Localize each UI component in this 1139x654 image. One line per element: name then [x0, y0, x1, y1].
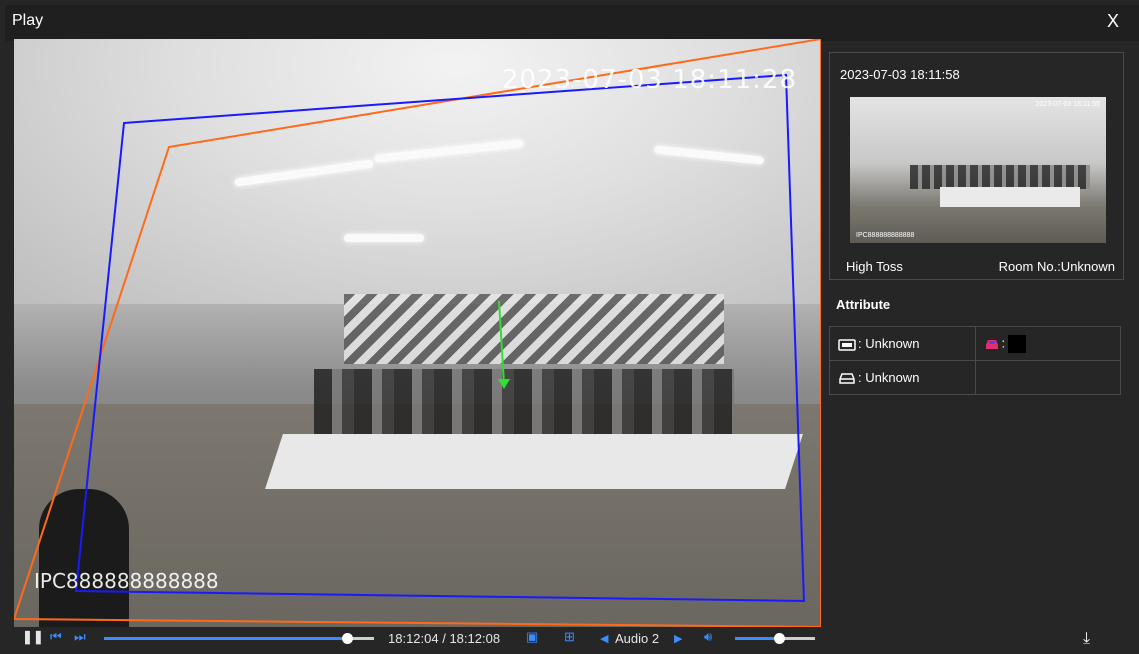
car-icon: [839, 373, 855, 385]
dialog-title: Play: [12, 12, 44, 29]
playback-controls: ❚❚ ⏮ ⏭ 18:12:04 / 18:12:08 ▣ ⊞ ◀ Audio 2…: [14, 627, 821, 649]
snapshot-camera-name: IPC888888888888: [856, 232, 915, 239]
audio-channel-label: Audio 2: [615, 631, 660, 646]
event-room: Room No.:Unknown: [998, 259, 1115, 274]
detection-region-blue: [74, 73, 806, 603]
progress-handle[interactable]: [342, 633, 353, 644]
volume-icon[interactable]: 🔊︎: [704, 629, 712, 645]
event-card: 2023-07-03 18:11:58 2023-07-03 18:11:55 …: [829, 52, 1124, 280]
color-swatch: [1008, 334, 1027, 353]
title-bar: Play X: [5, 5, 1139, 41]
track-arrow: [498, 379, 510, 389]
volume-slider[interactable]: [735, 633, 815, 644]
attribute-title: Attribute: [836, 297, 891, 312]
attribute-vehicle-cell: : Unknown: [829, 360, 976, 395]
detection-overlay: [14, 39, 821, 627]
attribute-plate-cell: : Unknown: [829, 326, 976, 361]
snapshot-scene-desk: [940, 187, 1080, 207]
rule-overlay-icon[interactable]: ▣: [526, 629, 538, 645]
attribute-empty-cell: [974, 360, 1121, 395]
event-snapshot[interactable]: 2023-07-03 18:11:55 IPC888888888888: [850, 97, 1106, 243]
plate-value: : Unknown: [858, 336, 920, 351]
attribute-row: : Unknown: [829, 360, 1121, 395]
color-label: :: [1001, 334, 1006, 350]
video-camera-name: IPC888888888888: [34, 569, 219, 593]
next-frame-icon[interactable]: ⏭: [74, 629, 86, 645]
video-player[interactable]: 2023-07-03 18:11:28 IPC888888888888: [14, 39, 821, 627]
close-button[interactable]: X: [1107, 11, 1119, 32]
car-color-icon: [985, 339, 998, 349]
volume-handle[interactable]: [774, 633, 785, 644]
license-plate-icon: [838, 338, 856, 351]
prev-frame-icon[interactable]: ⏮: [50, 629, 62, 645]
event-type: High Toss: [846, 259, 903, 274]
snapshot-scene-equipment: [910, 165, 1090, 189]
attribute-table: : Unknown : : Unknown: [829, 326, 1121, 395]
detection-region-orange: [14, 39, 821, 627]
vehicle-value: : Unknown: [858, 369, 920, 385]
progress-slider[interactable]: [104, 633, 374, 644]
triangle-left-icon[interactable]: ◀: [600, 632, 608, 645]
attribute-row: : Unknown :: [829, 326, 1121, 361]
pause-icon[interactable]: ❚❚: [22, 629, 44, 645]
event-time: 2023-07-03 18:11:58: [840, 67, 960, 82]
track-line: [498, 300, 505, 385]
attribute-color-cell: :: [974, 326, 1121, 361]
volume-fill: [735, 637, 779, 640]
snapshot-timestamp: 2023-07-03 18:11:55: [1035, 101, 1100, 108]
triangle-right-icon[interactable]: ▶: [674, 632, 682, 645]
progress-fill: [104, 637, 347, 640]
video-timestamp: 2023-07-03 18:11:28: [501, 65, 797, 95]
download-icon[interactable]: ⤓: [1083, 630, 1090, 648]
playback-time: 18:12:04 / 18:12:08: [388, 631, 501, 646]
fit-window-icon[interactable]: ⊞: [564, 629, 575, 645]
